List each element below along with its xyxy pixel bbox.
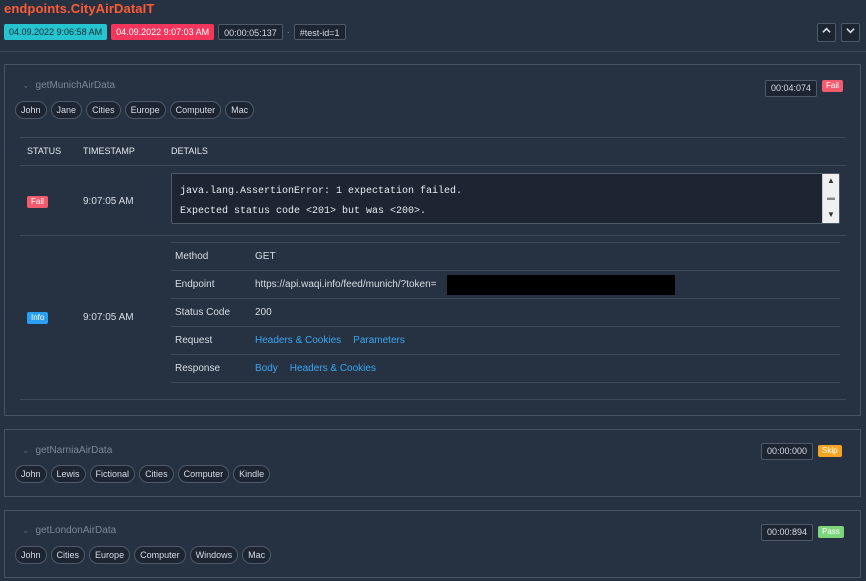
tag-list: John Lewis Fictional Cities Computer Kin…	[15, 465, 271, 483]
test-status-badge: Fail	[822, 80, 843, 92]
endpoint-label: Endpoint	[175, 279, 215, 290]
tag[interactable]: Computer	[134, 546, 186, 564]
tag[interactable]: Cities	[139, 465, 174, 483]
request-row: Request Headers & Cookies Parameters	[171, 327, 840, 355]
tag[interactable]: Cities	[50, 546, 86, 564]
test-status-badge: Pass	[818, 526, 844, 538]
test-title[interactable]: ⌄ getLondonAirData	[22, 525, 116, 536]
request-headers-cookies-link[interactable]: Headers & Cookies	[255, 335, 341, 346]
tag[interactable]: John	[15, 101, 47, 119]
table-divider	[20, 235, 846, 236]
request-label: Request	[175, 335, 213, 346]
run-info-bar: 04.09.2022 9:06:58 AM 04.09.2022 9:07:03…	[4, 24, 346, 40]
tag[interactable]: John	[15, 546, 47, 564]
test-title[interactable]: ⌄ getNarniaAirData	[22, 445, 112, 456]
scroll-thumb[interactable]: ▬	[823, 191, 839, 205]
tag[interactable]: Europe	[124, 101, 166, 119]
test-card-narnia[interactable]: ⌄ getNarniaAirData 00:00:000 Skip John Le…	[4, 429, 861, 497]
tag[interactable]: Kindle	[233, 465, 271, 483]
tag[interactable]: Cities	[86, 101, 121, 119]
test-name: getMunichAirData	[35, 80, 116, 91]
details-column-header: DETAILS	[171, 146, 208, 156]
tag[interactable]: Windows	[189, 546, 239, 564]
scroll-up-button[interactable]	[817, 23, 836, 42]
chevron-down-icon[interactable]: ⌄	[22, 445, 30, 455]
response-label: Response	[175, 363, 221, 374]
status-code-label: Status Code	[175, 307, 231, 318]
test-card-london[interactable]: ⌄ getLondonAirData 00:00:894 Pass John Ci…	[4, 510, 861, 578]
test-duration-badge: 00:00:000	[761, 443, 814, 460]
test-name: getLondonAirData	[35, 525, 117, 536]
log-timestamp: 9:07:05 AM	[83, 196, 134, 207]
chevron-down-icon	[846, 28, 855, 34]
status-column-header: STATUS	[27, 146, 62, 156]
tag[interactable]: Mac	[225, 101, 255, 119]
error-text: java.lang.AssertionError: 1 expectation …	[180, 186, 463, 217]
test-title[interactable]: ⌄ getMunichAirData	[22, 80, 115, 91]
endpoint-value: https://api.waqi.info/feed/munich/?token…	[255, 279, 437, 290]
method-label: Method	[175, 251, 209, 262]
table-divider	[20, 165, 846, 166]
endpoint-row: Endpoint https://api.waqi.info/feed/muni…	[171, 271, 840, 299]
scroll-up-arrow-icon[interactable]: ▲	[823, 174, 839, 188]
scroll-down-button[interactable]	[841, 23, 860, 42]
tag[interactable]: Computer	[169, 101, 222, 119]
test-duration-badge: 00:04:074	[765, 80, 818, 97]
test-duration-badge: 00:00:894	[761, 524, 814, 541]
status-code-row: Status Code 200	[171, 299, 840, 327]
chevron-down-icon[interactable]: ⌄	[22, 525, 30, 535]
page-title: endpoints.CityAirDataIT	[4, 1, 155, 16]
table-divider	[20, 399, 846, 400]
response-row: Response Body Headers & Cookies	[171, 355, 840, 383]
response-body-link[interactable]: Body	[255, 363, 278, 374]
tag-list: John Jane Cities Europe Computer Mac	[15, 101, 255, 119]
scroll-down-arrow-icon[interactable]: ▼	[823, 208, 839, 222]
tag[interactable]: Lewis	[50, 465, 86, 483]
test-name: getNarniaAirData	[35, 445, 113, 456]
separator: ·	[286, 27, 290, 37]
tag[interactable]: Mac	[242, 546, 272, 564]
end-time-badge: 04.09.2022 9:07:03 AM	[111, 24, 215, 40]
request-parameters-link[interactable]: Parameters	[353, 335, 405, 346]
method-value: GET	[255, 251, 276, 262]
tag[interactable]: Fictional	[89, 465, 136, 483]
chevron-down-icon[interactable]: ⌄	[22, 80, 30, 90]
duration-badge: 00:00:05:137	[218, 24, 283, 40]
redacted-token	[447, 275, 675, 295]
tag[interactable]: Jane	[50, 101, 83, 119]
response-headers-cookies-link[interactable]: Headers & Cookies	[290, 363, 376, 374]
log-table: STATUS TIMESTAMP DETAILS Fail 9:07:05 AM…	[20, 137, 846, 400]
tag[interactable]: John	[15, 465, 47, 483]
status-code-value: 200	[255, 307, 272, 318]
test-status-badge: Skip	[818, 445, 842, 457]
tag[interactable]: Europe	[89, 546, 131, 564]
timestamp-column-header: TIMESTAMP	[83, 146, 135, 156]
log-status-badge: Fail	[27, 196, 48, 208]
response-links: Body Headers & Cookies	[255, 363, 388, 374]
log-timestamp: 9:07:05 AM	[83, 312, 134, 323]
method-row: Method GET	[171, 243, 840, 271]
error-textarea[interactable]: java.lang.AssertionError: 1 expectation …	[171, 173, 840, 224]
tag-list: John Cities Europe Computer Windows Mac	[15, 546, 272, 564]
log-status-badge: Info	[27, 312, 49, 324]
test-card-munich[interactable]: ⌄ getMunichAirData 00:04:074 Fail John Ja…	[4, 64, 861, 416]
textarea-scrollbar[interactable]: ▲ ▬ ▼	[822, 174, 839, 223]
table-divider	[20, 137, 846, 138]
request-links: Headers & Cookies Parameters	[255, 335, 417, 346]
start-time-badge: 04.09.2022 9:06:58 AM	[4, 24, 108, 40]
test-id-badge[interactable]: #test-id=1	[293, 24, 346, 40]
chevron-up-icon	[822, 27, 831, 33]
tag[interactable]: Computer	[177, 465, 230, 483]
header-divider	[0, 51, 866, 52]
